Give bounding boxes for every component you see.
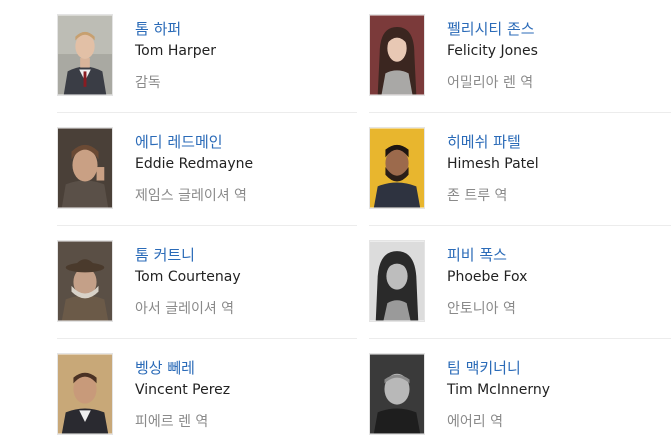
person-photo-icon (370, 354, 424, 434)
photo-tom-harper[interactable] (57, 14, 113, 96)
name-ko[interactable]: 톰 하퍼 (135, 20, 181, 39)
cast-item-vincent-perez[interactable]: 벵상 뻬레 Vincent Perez 피에르 렌 역 (57, 353, 357, 437)
person-photo-icon (58, 241, 112, 321)
photo-eddie-redmayne[interactable] (57, 127, 113, 209)
name-ko[interactable]: 에디 레드메인 (135, 133, 223, 152)
person-photo-icon (58, 128, 112, 208)
cast-item-felicity-jones[interactable]: 펠리시티 존스 Felicity Jones 어밀리아 렌 역 (369, 14, 669, 98)
name-en[interactable]: Tim McInnerny (447, 381, 550, 399)
divider (57, 112, 357, 113)
photo-tim-mcinnerny[interactable] (369, 353, 425, 435)
divider (369, 225, 671, 226)
divider (57, 225, 357, 226)
photo-tom-courtenay[interactable] (57, 240, 113, 322)
role-label: 안토니아 역 (447, 301, 516, 317)
cast-item-eddie-redmayne[interactable]: 에디 레드메인 Eddie Redmayne 제임스 글레이셔 역 (57, 127, 357, 211)
name-ko[interactable]: 팀 맥키너니 (447, 359, 521, 378)
name-ko[interactable]: 히메쉬 파텔 (447, 133, 521, 152)
name-en[interactable]: Tom Courtenay (135, 268, 241, 286)
person-photo-icon (58, 354, 112, 434)
divider (369, 112, 671, 113)
role-label: 에어리 역 (447, 414, 503, 430)
name-en[interactable]: Eddie Redmayne (135, 155, 253, 173)
role-label: 어밀리아 렌 역 (447, 75, 534, 91)
name-en[interactable]: Felicity Jones (447, 42, 538, 60)
photo-himesh-patel[interactable] (369, 127, 425, 209)
person-photo-icon (370, 15, 424, 95)
name-ko[interactable]: 벵상 뻬레 (135, 359, 195, 378)
divider (57, 338, 357, 339)
name-en[interactable]: Phoebe Fox (447, 268, 527, 286)
name-ko[interactable]: 피비 폭스 (447, 246, 507, 265)
name-en[interactable]: Tom Harper (135, 42, 216, 60)
role-label: 제임스 글레이셔 역 (135, 188, 247, 204)
role-label: 존 트루 역 (447, 188, 508, 204)
role-label: 감독 (135, 75, 161, 91)
role-label: 아서 글레이셔 역 (135, 301, 235, 317)
photo-phoebe-fox[interactable] (369, 240, 425, 322)
name-en[interactable]: Vincent Perez (135, 381, 230, 399)
cast-item-himesh-patel[interactable]: 히메쉬 파텔 Himesh Patel 존 트루 역 (369, 127, 669, 211)
person-photo-icon (370, 241, 424, 321)
name-ko[interactable]: 톰 커트니 (135, 246, 195, 265)
name-en[interactable]: Himesh Patel (447, 155, 539, 173)
role-label: 피에르 렌 역 (135, 414, 209, 430)
person-photo-icon (58, 15, 112, 95)
cast-list: 톰 하퍼 Tom Harper 감독 펠리시티 존스 Felicity Jone… (0, 0, 671, 447)
person-photo-icon (370, 128, 424, 208)
cast-item-tim-mcinnerny[interactable]: 팀 맥키너니 Tim McInnerny 에어리 역 (369, 353, 669, 437)
photo-felicity-jones[interactable] (369, 14, 425, 96)
cast-item-tom-courtenay[interactable]: 톰 커트니 Tom Courtenay 아서 글레이셔 역 (57, 240, 357, 324)
divider (369, 338, 671, 339)
photo-vincent-perez[interactable] (57, 353, 113, 435)
name-ko[interactable]: 펠리시티 존스 (447, 20, 535, 39)
cast-item-phoebe-fox[interactable]: 피비 폭스 Phoebe Fox 안토니아 역 (369, 240, 669, 324)
cast-item-tom-harper[interactable]: 톰 하퍼 Tom Harper 감독 (57, 14, 357, 98)
